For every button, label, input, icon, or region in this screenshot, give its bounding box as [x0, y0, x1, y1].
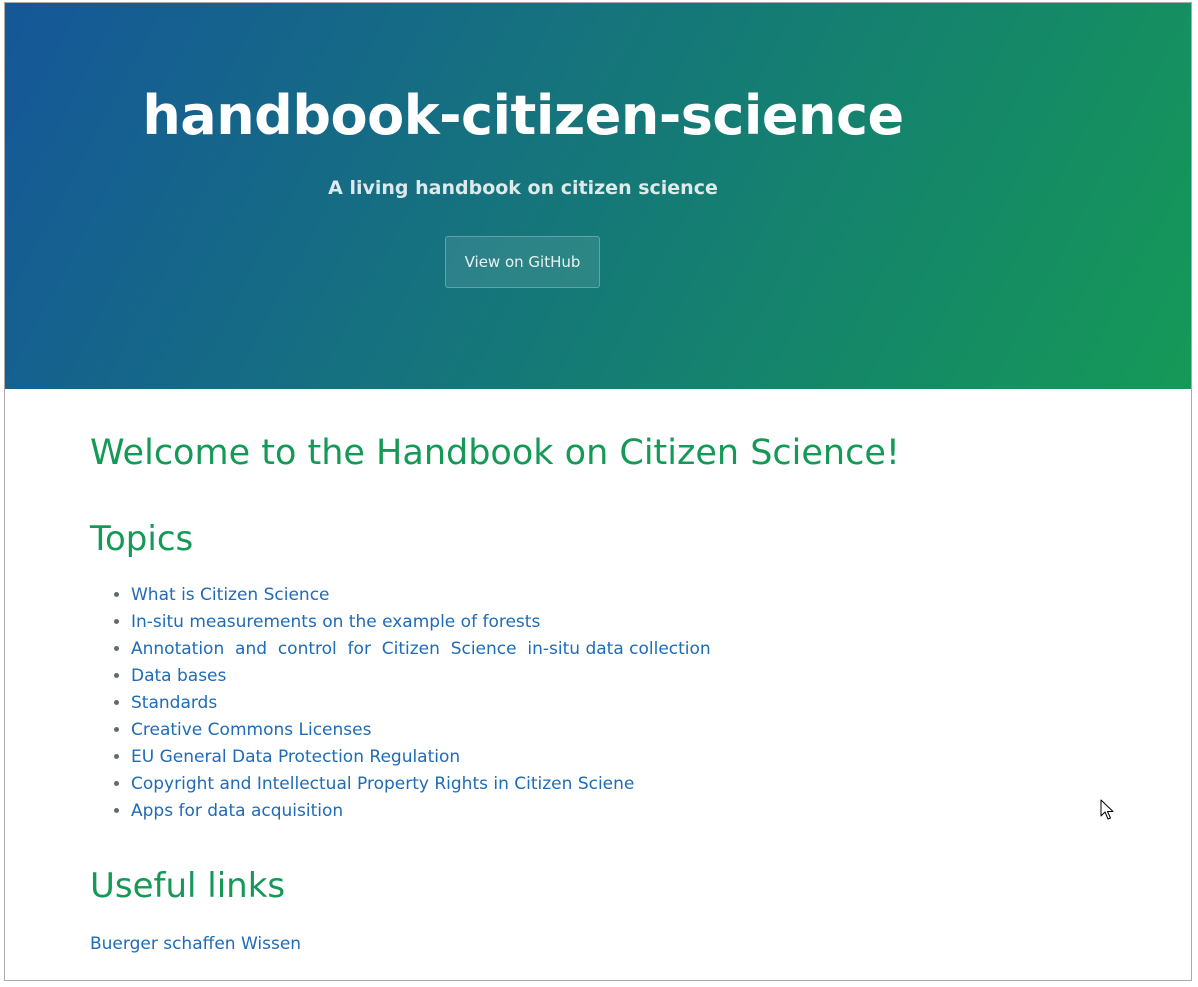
- view-on-github-button[interactable]: View on GitHub: [445, 236, 600, 288]
- topic-link-eu-gdpr[interactable]: EU General Data Protection Regulation: [131, 747, 460, 767]
- list-item: What is Citizen Science: [131, 582, 711, 609]
- list-item: Copyright and Intellectual Property Righ…: [131, 771, 711, 798]
- list-item: EU General Data Protection Regulation: [131, 744, 711, 771]
- page-header: handbook-citizen-science A living handbo…: [5, 3, 1191, 389]
- list-item: Creative Commons Licenses: [131, 717, 711, 744]
- topic-link-what-is-citizen-science[interactable]: What is Citizen Science: [131, 585, 330, 605]
- list-item: Annotation and control for Citizen Scien…: [131, 636, 711, 663]
- topics-list: What is Citizen Science In-situ measurem…: [90, 582, 711, 825]
- topic-link-copyright-ipr[interactable]: Copyright and Intellectual Property Righ…: [131, 774, 634, 794]
- topic-link-in-situ-measurements[interactable]: In-situ measurements on the example of f…: [131, 612, 540, 632]
- useful-links-heading: Useful links: [90, 866, 286, 906]
- list-item: Data bases: [131, 663, 711, 690]
- topic-link-standards[interactable]: Standards: [131, 693, 217, 713]
- browser-viewport: handbook-citizen-science A living handbo…: [4, 2, 1192, 981]
- list-item: In-situ measurements on the example of f…: [131, 609, 711, 636]
- welcome-heading: Welcome to the Handbook on Citizen Scien…: [90, 433, 900, 473]
- list-item: Standards: [131, 690, 711, 717]
- topic-link-data-bases[interactable]: Data bases: [131, 666, 226, 686]
- list-item: Apps for data acquisition: [131, 798, 711, 825]
- useful-link-buerger-schaffen-wissen[interactable]: Buerger schaffen Wissen: [90, 932, 301, 956]
- topics-heading: Topics: [90, 519, 194, 559]
- topic-link-apps-data-acquisition[interactable]: Apps for data acquisition: [131, 801, 343, 821]
- topic-link-annotation-and-control[interactable]: Annotation and control for Citizen Scien…: [131, 639, 711, 659]
- mouse-cursor-icon: [1100, 799, 1114, 820]
- project-tagline: A living handbook on citizen science: [328, 177, 718, 199]
- project-title: handbook-citizen-science: [142, 84, 904, 147]
- topic-link-creative-commons[interactable]: Creative Commons Licenses: [131, 720, 371, 740]
